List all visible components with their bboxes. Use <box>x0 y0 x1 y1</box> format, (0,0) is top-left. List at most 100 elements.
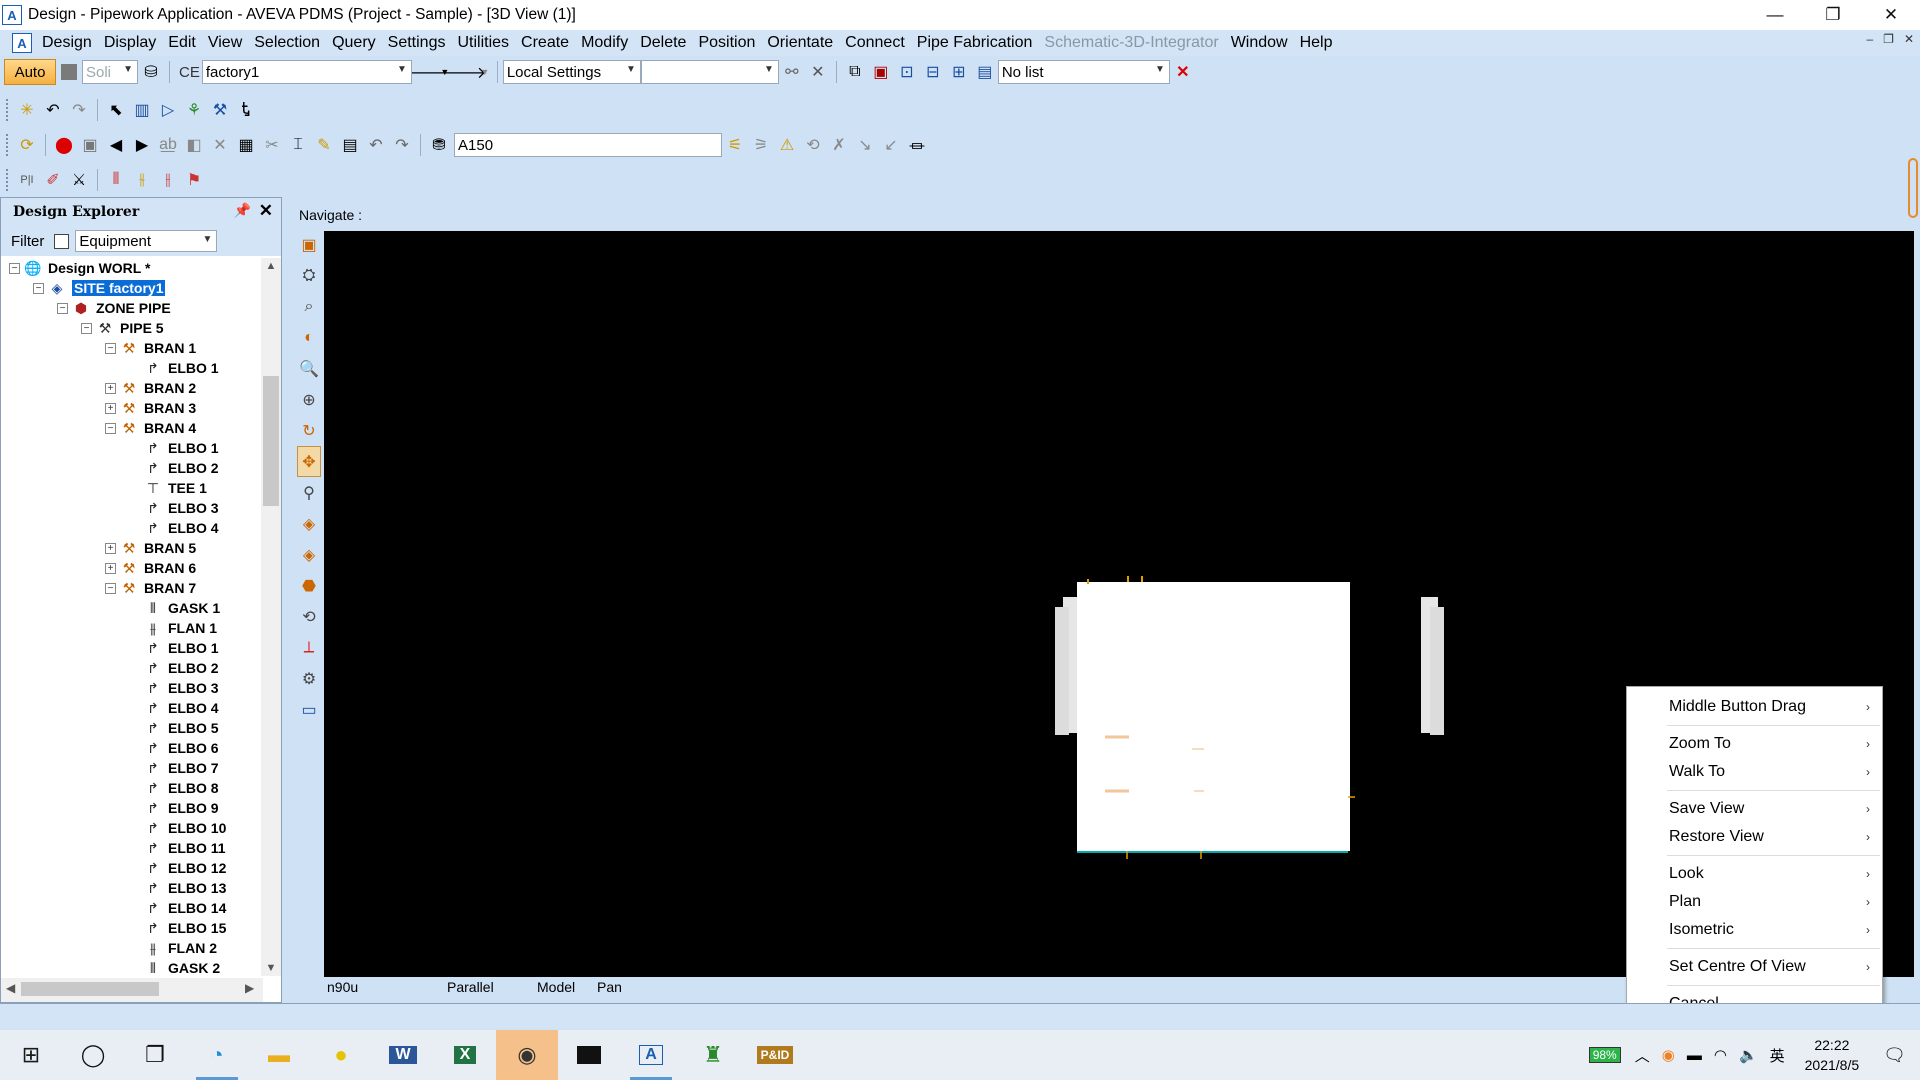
app-icon[interactable]: ♜ <box>682 1030 744 1080</box>
collapse-icon[interactable]: − <box>57 302 68 314</box>
scroll-right-icon[interactable]: ▶ <box>245 981 254 995</box>
task-view-icon[interactable]: ❐ <box>124 1030 186 1080</box>
chevron-up-icon[interactable]: ︿ <box>1635 1045 1650 1066</box>
ce-select[interactable]: factory1 ▼ <box>201 60 412 84</box>
tree-node[interactable]: ↱ ELBO 1 <box>129 358 218 378</box>
redo-icon[interactable]: ↷ <box>66 97 92 123</box>
copy-icon[interactable]: ⧉ <box>842 59 868 85</box>
scroll-down-icon[interactable]: ▼ <box>261 962 281 974</box>
previous-icon[interactable]: ◀ <box>103 132 129 158</box>
menu-connect[interactable]: Connect <box>839 34 911 52</box>
tree-node[interactable]: ↱ ELBO 4 <box>129 698 218 718</box>
minimize-button[interactable]: — <box>1746 0 1804 30</box>
view-zoom-out-icon[interactable]: 🔍 <box>297 353 321 384</box>
text-tool-icon[interactable]: Ꮏ <box>233 97 259 123</box>
tree-node[interactable]: + ⚒ BRAN 3 <box>105 398 196 418</box>
spec-input[interactable]: A150 <box>454 133 722 157</box>
tree-node[interactable]: ↱ ELBO 2 <box>129 458 218 478</box>
view-icon-1[interactable]: ⊡ <box>894 59 920 85</box>
collapse-icon[interactable]: − <box>81 322 92 334</box>
menu-settings[interactable]: Settings <box>382 34 452 52</box>
app-menu-icon[interactable]: A <box>12 33 32 53</box>
context-menu-item-set-centre-of-view[interactable]: Set Centre Of View › <box>1627 953 1882 981</box>
delete-list-icon[interactable]: ✕ <box>1170 59 1196 85</box>
context-menu-item-look[interactable]: Look › <box>1627 860 1882 888</box>
mdi-restore-icon[interactable]: ❐ <box>1883 32 1894 46</box>
view-layer-1-icon[interactable]: ◈ <box>297 508 321 539</box>
branch-tool-icon[interactable]: ⚘ <box>181 97 207 123</box>
expand-icon[interactable]: + <box>105 382 116 394</box>
tool-e-icon[interactable]: ⫲ <box>155 167 181 193</box>
context-menu-item-middle-button-drag[interactable]: Middle Button Drag › <box>1627 693 1882 721</box>
tree-node[interactable]: + ⚒ BRAN 5 <box>105 538 196 558</box>
scroll-up-icon[interactable]: ▲ <box>261 260 281 272</box>
tree-node[interactable]: − ⚒ PIPE 5 <box>81 318 164 338</box>
close-button[interactable]: ✕ <box>1862 0 1920 30</box>
tree-node[interactable]: − ⬢ ZONE PIPE <box>57 298 171 318</box>
pipe-tool-3-icon[interactable]: ⚠ <box>774 132 800 158</box>
tree-node[interactable]: ⫴ GASK 1 <box>129 598 220 618</box>
filter-select[interactable]: Equipment ▼ <box>75 230 218 252</box>
pid-small-icon[interactable]: P|I <box>14 167 40 193</box>
aveva-icon[interactable]: A <box>620 1030 682 1080</box>
context-menu-item-zoom-to[interactable]: Zoom To › <box>1627 730 1882 758</box>
group-icon[interactable]: ◧ <box>181 132 207 158</box>
tree-node[interactable]: ↱ ELBO 1 <box>129 438 218 458</box>
tool-d-icon[interactable]: ⫳ <box>129 167 155 193</box>
menu-modify[interactable]: Modify <box>575 34 634 52</box>
tree-vertical-scrollbar[interactable]: ▲ ▼ <box>261 258 281 976</box>
terminal-icon[interactable] <box>558 1030 620 1080</box>
tree-node[interactable]: ↱ ELBO 5 <box>129 718 218 738</box>
rename-icon[interactable]: a͟b <box>155 132 181 158</box>
pid-icon[interactable]: P&ID <box>744 1030 806 1080</box>
menu-delete[interactable]: Delete <box>634 34 692 52</box>
forward-dropdown-icon[interactable]: ▼ <box>478 59 492 85</box>
tree-node[interactable]: ↱ ELBO 4 <box>129 518 218 538</box>
tool-c-icon[interactable]: ⫴ <box>103 167 129 193</box>
menu-selection[interactable]: Selection <box>248 34 326 52</box>
tree-node[interactable]: ↱ ELBO 12 <box>129 858 226 878</box>
context-menu-item-restore-view[interactable]: Restore View › <box>1627 823 1882 851</box>
tool-f-icon[interactable]: ⚑ <box>181 167 207 193</box>
cortana-icon[interactable]: ◯ <box>62 1030 124 1080</box>
view-limits-icon[interactable]: ⛭ <box>297 260 321 291</box>
tree-node[interactable]: ⊤ TEE 1 <box>129 478 207 498</box>
draw-icon[interactable]: ✎ <box>311 132 337 158</box>
grid-icon[interactable]: ▤ <box>337 132 363 158</box>
next-icon[interactable]: ▶ <box>129 132 155 158</box>
pipe-tool-7-icon[interactable]: ↙ <box>878 132 904 158</box>
start-icon[interactable]: ⊞ <box>0 1030 62 1080</box>
tree-node[interactable]: − ⚒ BRAN 1 <box>105 338 196 358</box>
delete-icon[interactable]: ✕ <box>207 132 233 158</box>
tree-node[interactable]: − 🌐 Design WORL * <box>9 258 150 278</box>
binoculars-icon[interactable]: ⚯ <box>779 59 805 85</box>
expand-icon[interactable]: + <box>105 542 116 554</box>
file-explorer-icon[interactable]: ▬ <box>248 1030 310 1080</box>
spec-icon[interactable]: ⛃ <box>426 132 452 158</box>
tree-node[interactable]: ↱ ELBO 14 <box>129 898 226 918</box>
solid-select[interactable]: Soli ▼ <box>82 60 138 84</box>
table-icon[interactable]: ▦ <box>233 132 259 158</box>
tree-node[interactable]: ↱ ELBO 13 <box>129 878 226 898</box>
close-panel-icon[interactable]: ✕ <box>259 201 273 221</box>
word-icon[interactable]: W <box>372 1030 434 1080</box>
context-menu-item-plan[interactable]: Plan › <box>1627 888 1882 916</box>
tree-node[interactable]: ↱ ELBO 9 <box>129 798 218 818</box>
view-axes-icon[interactable]: ⟂ <box>297 632 321 663</box>
view-icon-3[interactable]: ⊞ <box>946 59 972 85</box>
view-light-icon[interactable]: ⬣ <box>297 570 321 601</box>
wifi-icon[interactable]: ◠ <box>1714 1046 1727 1064</box>
tree-node[interactable]: ↱ ELBO 6 <box>129 738 218 758</box>
stop-icon[interactable]: ⬤ <box>51 132 77 158</box>
menu-edit[interactable]: Edit <box>162 34 202 52</box>
tree-node[interactable]: − ◈ SITE factory1 <box>33 278 166 298</box>
context-menu-item-save-view[interactable]: Save View › <box>1627 795 1882 823</box>
collapse-icon[interactable]: − <box>105 422 116 434</box>
screen-icon[interactable]: ▣ <box>77 132 103 158</box>
collapse-icon[interactable]: − <box>9 262 20 274</box>
view-settings-icon[interactable]: ⚙ <box>297 663 321 694</box>
scroll-left-icon[interactable]: ◀ <box>6 981 15 995</box>
refresh-icon[interactable]: ⟳ <box>14 132 40 158</box>
tree-node[interactable]: + ⚒ BRAN 2 <box>105 378 196 398</box>
view-zoom-in-icon[interactable]: ⊕ <box>297 384 321 415</box>
